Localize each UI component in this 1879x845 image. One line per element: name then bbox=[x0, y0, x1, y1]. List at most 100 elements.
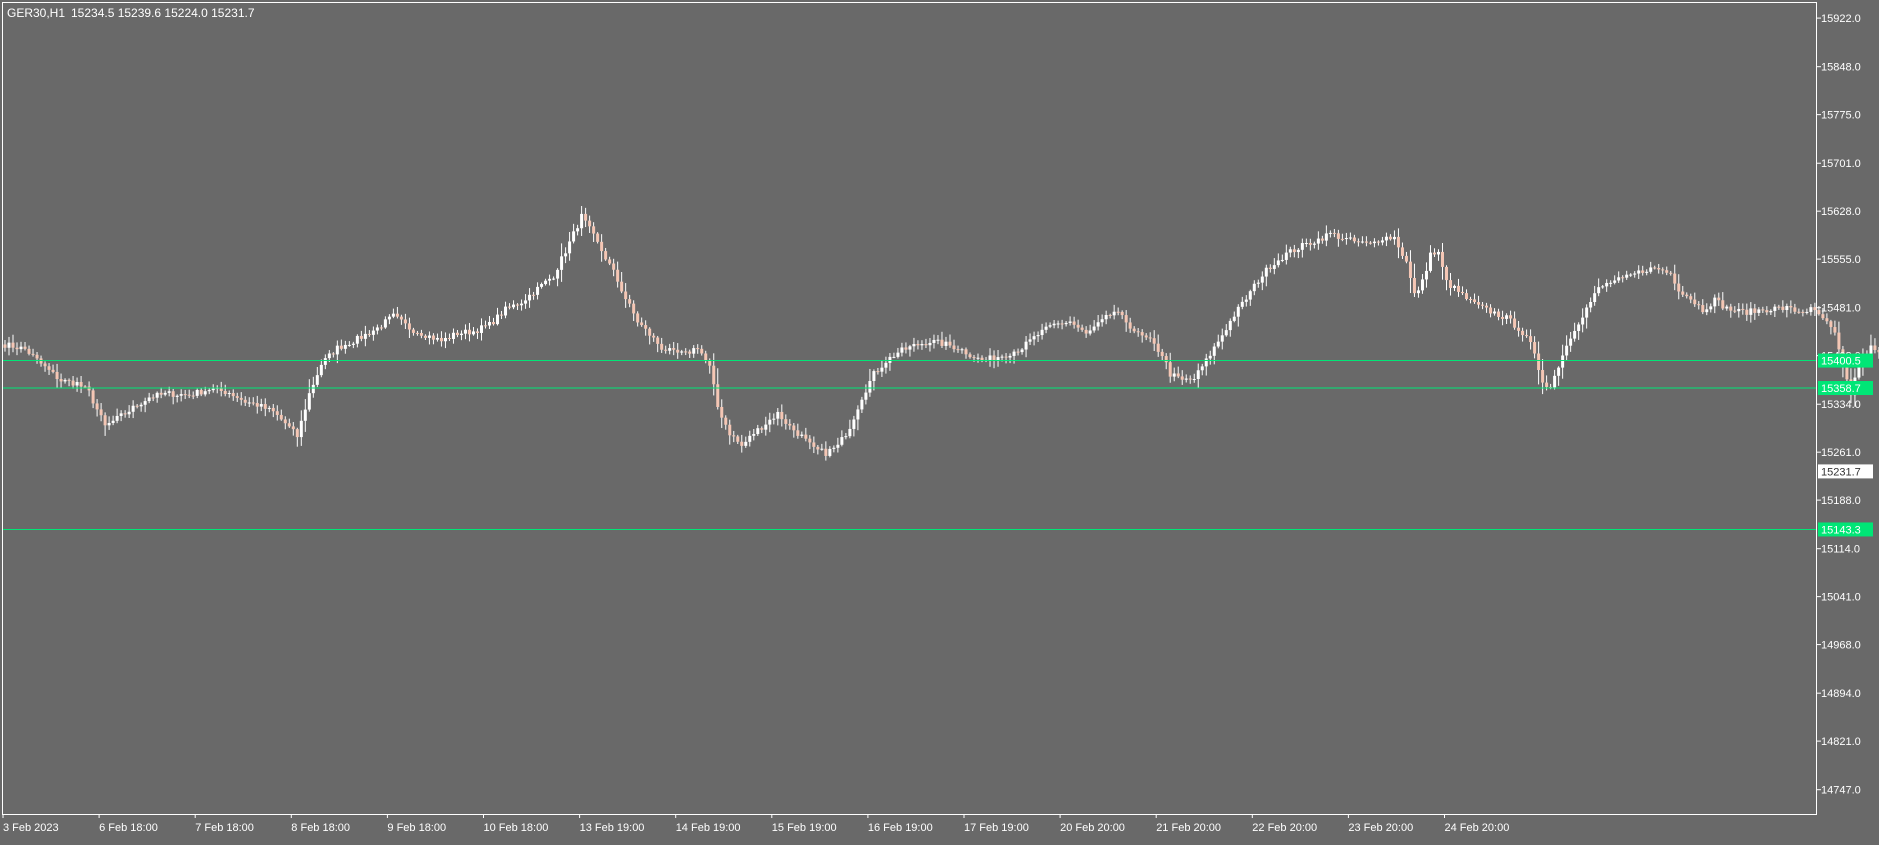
candle bbox=[1197, 364, 1200, 388]
candle bbox=[236, 393, 239, 402]
candle-body bbox=[180, 394, 183, 396]
candle-body bbox=[1525, 335, 1528, 336]
candle bbox=[1745, 304, 1748, 321]
chart-canvas[interactable]: GER30,H1 15234.5 15239.6 15224.0 15231.7… bbox=[0, 0, 1879, 840]
candle bbox=[144, 398, 147, 413]
price-tick-label: 14894.0 bbox=[1821, 688, 1861, 700]
candle-body bbox=[969, 354, 972, 357]
candle-body bbox=[1413, 278, 1416, 293]
candle-body bbox=[480, 325, 483, 333]
candle-body bbox=[1189, 379, 1192, 380]
candle bbox=[860, 397, 863, 413]
time-tick-label: 3 Feb 2023 bbox=[3, 822, 59, 834]
candle bbox=[1141, 329, 1144, 342]
candle bbox=[1061, 320, 1064, 329]
candle-body bbox=[196, 390, 199, 396]
candle-body bbox=[1369, 243, 1372, 244]
candle-body bbox=[256, 403, 259, 407]
candle bbox=[1253, 280, 1256, 295]
candle bbox=[1461, 286, 1464, 295]
candle-body bbox=[148, 397, 151, 401]
candle bbox=[1209, 351, 1212, 365]
candle-body bbox=[1521, 331, 1524, 335]
candle-body bbox=[52, 370, 55, 372]
candle bbox=[1249, 290, 1252, 306]
time-tick-label: 21 Feb 20:00 bbox=[1156, 822, 1221, 834]
candle-body bbox=[448, 338, 451, 339]
candle-body bbox=[1465, 293, 1468, 299]
candle-body bbox=[204, 391, 207, 394]
candle bbox=[1801, 310, 1804, 317]
candle bbox=[348, 341, 351, 347]
candle-body bbox=[36, 355, 39, 359]
candle bbox=[1041, 324, 1044, 340]
candle-body bbox=[500, 315, 503, 316]
candle bbox=[1629, 273, 1632, 277]
candle bbox=[1753, 304, 1756, 320]
candle bbox=[716, 368, 719, 409]
candle bbox=[452, 329, 455, 344]
candle-body bbox=[1329, 233, 1332, 234]
candle bbox=[1357, 238, 1360, 246]
horizontal-lines[interactable] bbox=[3, 361, 1816, 530]
candle bbox=[1401, 243, 1404, 259]
candle-body bbox=[436, 338, 439, 340]
candle bbox=[1501, 311, 1504, 326]
candle-body bbox=[1513, 319, 1516, 328]
candle bbox=[1393, 230, 1396, 244]
candle bbox=[1441, 243, 1444, 280]
candle-body bbox=[776, 412, 779, 419]
candle bbox=[392, 309, 395, 319]
candle-body bbox=[144, 401, 147, 405]
candle bbox=[704, 351, 707, 363]
candle-body bbox=[1613, 280, 1616, 282]
candle bbox=[472, 327, 475, 336]
candle bbox=[512, 300, 515, 309]
candle-body bbox=[1077, 325, 1080, 328]
candle-body bbox=[1789, 306, 1792, 307]
candle-body bbox=[424, 336, 427, 338]
candle-body bbox=[1737, 309, 1740, 311]
candle bbox=[1189, 375, 1192, 383]
candle bbox=[608, 257, 611, 265]
candle bbox=[985, 357, 988, 362]
candle-body bbox=[340, 346, 343, 349]
candle-body bbox=[1061, 323, 1064, 324]
candle bbox=[772, 413, 775, 424]
candle-body bbox=[1057, 323, 1060, 324]
candle-body bbox=[1541, 370, 1544, 383]
time-tick-label: 23 Feb 20:00 bbox=[1348, 822, 1413, 834]
candle bbox=[1825, 313, 1828, 324]
candle bbox=[416, 331, 419, 336]
candle-body bbox=[1721, 300, 1724, 308]
candle bbox=[1705, 303, 1708, 315]
candle-body bbox=[940, 340, 943, 346]
candle bbox=[228, 390, 231, 397]
candle bbox=[660, 338, 663, 353]
candle-body bbox=[324, 358, 327, 365]
candle-body bbox=[924, 344, 927, 345]
candle-body bbox=[296, 429, 299, 437]
candle bbox=[404, 314, 407, 329]
price-chart[interactable]: GER30,H1 15234.5 15239.6 15224.0 15231.7… bbox=[0, 0, 1879, 840]
candle bbox=[740, 435, 743, 453]
candle-body bbox=[20, 347, 23, 349]
candle bbox=[989, 348, 992, 367]
candle bbox=[400, 315, 403, 325]
candle bbox=[804, 428, 807, 441]
candle bbox=[412, 328, 415, 336]
candle-body bbox=[1605, 283, 1608, 286]
candle-body bbox=[124, 413, 127, 414]
candle bbox=[476, 328, 479, 339]
candle bbox=[252, 397, 255, 405]
candle bbox=[1449, 273, 1452, 296]
candle-body bbox=[640, 322, 643, 325]
candle bbox=[1397, 228, 1400, 258]
candle bbox=[1301, 239, 1304, 258]
candle-body bbox=[1769, 311, 1772, 312]
candle-body bbox=[484, 325, 487, 326]
candle bbox=[44, 361, 47, 371]
candle-body bbox=[200, 390, 203, 394]
candle-body bbox=[1177, 373, 1180, 376]
candle bbox=[504, 302, 507, 319]
